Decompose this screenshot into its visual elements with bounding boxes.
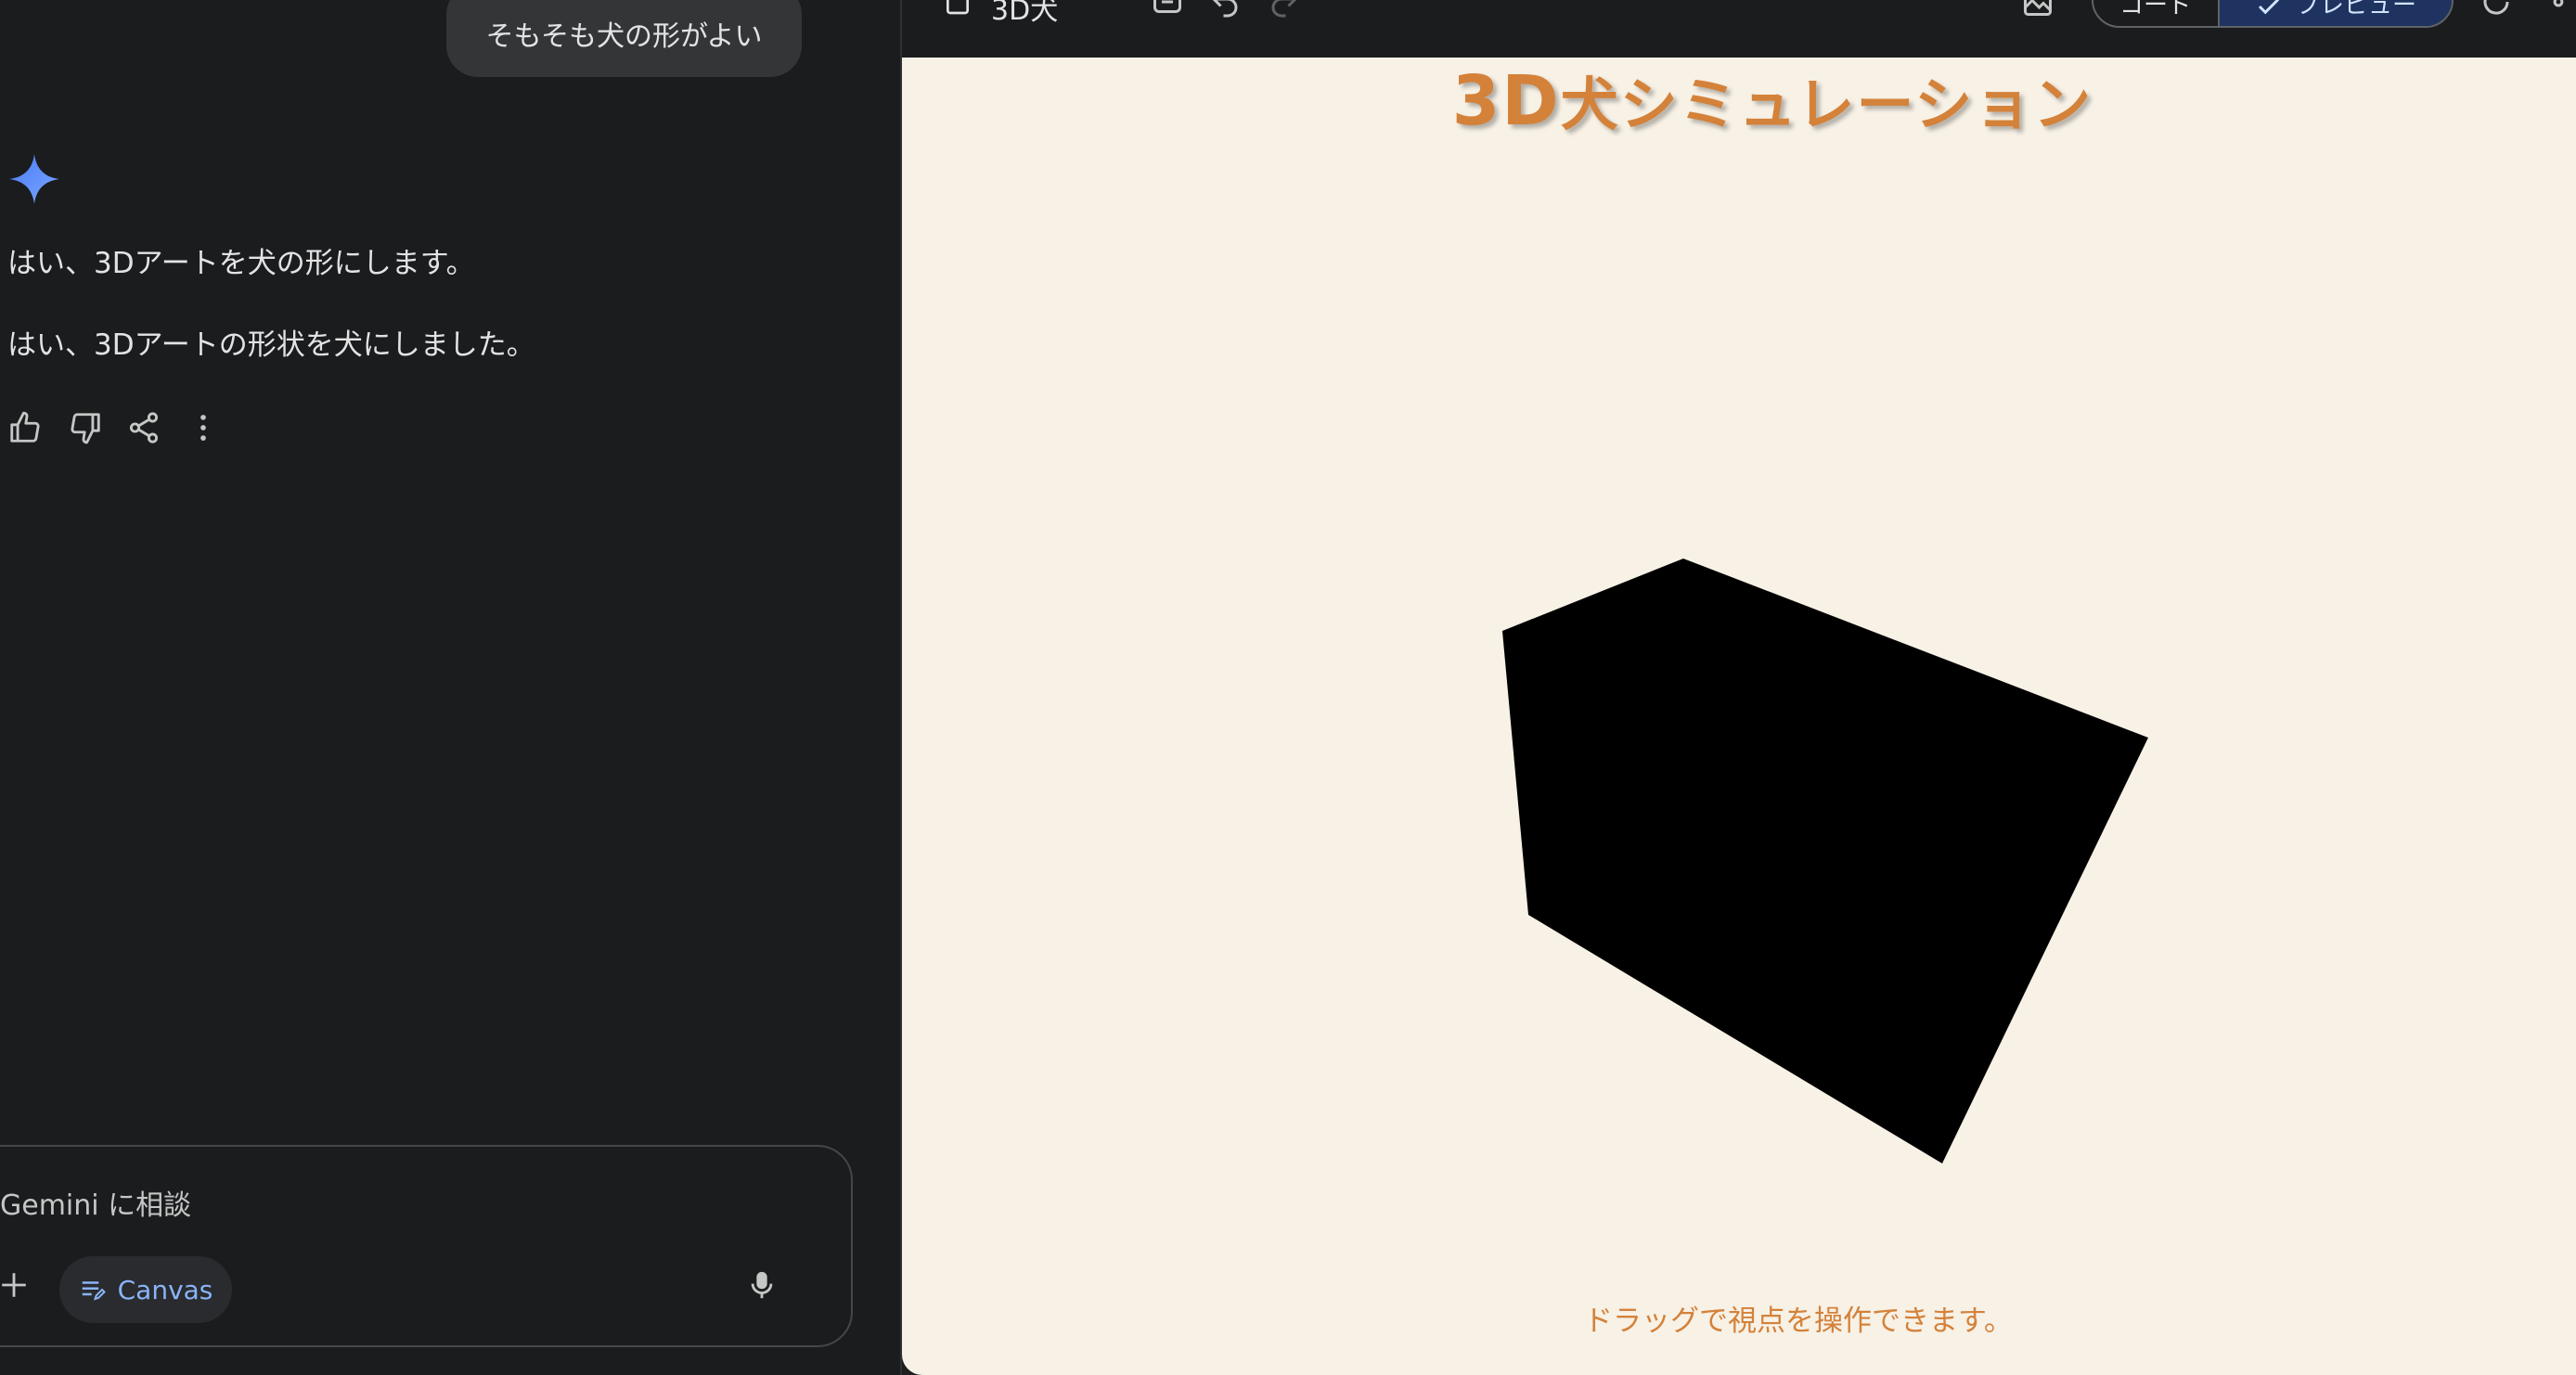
more-vert-icon[interactable] — [186, 410, 221, 445]
canvas-edit-icon — [82, 1281, 106, 1301]
redo-icon[interactable] — [1268, 0, 1301, 19]
user-message-bubble: そもそも犬の形がよい — [446, 0, 802, 77]
thumbs-up-icon[interactable] — [7, 410, 43, 445]
reply-line-1: はい、3Dアートを犬の形にします。 — [7, 247, 475, 280]
add-icon[interactable] — [0, 1269, 30, 1301]
undo-icon[interactable] — [1208, 0, 1242, 19]
check-icon — [2258, 0, 2280, 15]
3d-scene-canvas[interactable] — [902, 58, 2576, 1375]
microphone-icon[interactable] — [746, 1267, 778, 1303]
refresh-icon[interactable] — [2479, 0, 2513, 19]
version-history-icon[interactable] — [1151, 0, 1184, 19]
canvas-chip-button[interactable]: Canvas — [59, 1256, 232, 1323]
canvas-toolbar: 3D犬 コード プレビュー — [902, 0, 2576, 58]
canvas-pane: 3D犬 コード プレビュー 3D犬シミュレーション ドラッグで視点を操作できます… — [900, 0, 2576, 1375]
thumbs-down-icon[interactable] — [68, 410, 103, 445]
code-preview-toggle: コード プレビュー — [2092, 0, 2454, 28]
share-icon[interactable] — [126, 410, 161, 445]
document-title: 3D犬 — [991, 0, 1059, 27]
gemini-spark-icon — [9, 154, 59, 204]
black-box-model[interactable] — [1502, 559, 2148, 1163]
share-icon[interactable] — [2550, 0, 2576, 19]
image-icon[interactable] — [2021, 0, 2054, 19]
user-message-text: そもそも犬の形がよい — [485, 19, 763, 53]
code-tab[interactable]: コード — [2093, 0, 2218, 26]
document-icon — [947, 0, 969, 15]
canvas-chip-label: Canvas — [117, 1274, 213, 1305]
prompt-composer[interactable]: Gemini に相談 Canvas — [0, 1145, 853, 1347]
preview-tab[interactable]: プレビュー — [2218, 0, 2452, 26]
prompt-input[interactable]: Gemini に相談 — [0, 1182, 191, 1223]
chat-pane: そもそも犬の形がよい はい、3Dアートを犬の形にします。 はい、3Dアートの形状… — [0, 0, 900, 1375]
reply-line-2: はい、3Dアートの形状を犬にしました。 — [7, 328, 535, 362]
drag-hint-text: ドラッグで視点を操作できます。 — [1584, 1304, 2013, 1338]
preview-area[interactable]: 3D犬シミュレーション ドラッグで視点を操作できます。 — [902, 58, 2576, 1375]
preview-tab-label: プレビュー — [2295, 0, 2416, 19]
